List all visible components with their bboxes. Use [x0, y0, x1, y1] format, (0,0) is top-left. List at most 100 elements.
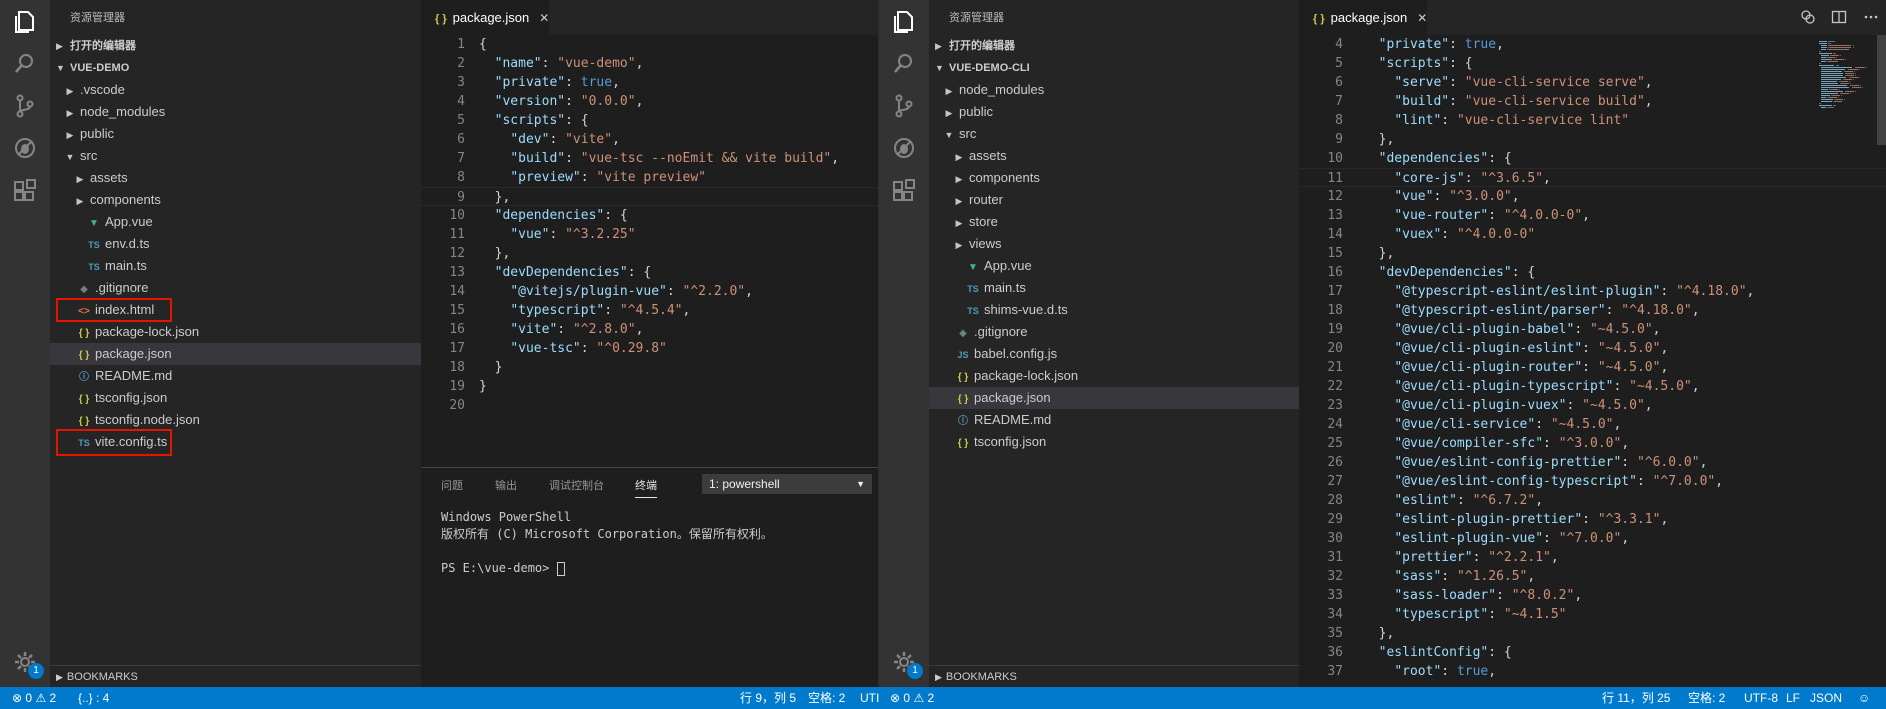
close-icon[interactable]: ✕	[539, 11, 549, 25]
tree-item[interactable]: ▶ public	[50, 123, 421, 145]
search-icon[interactable]	[11, 50, 39, 78]
problems-status[interactable]: ⊗ 0 ⚠ 2	[12, 687, 56, 709]
more-actions-icon[interactable]	[1863, 9, 1879, 25]
language-status[interactable]: JSON	[1810, 687, 1842, 709]
warning-count: 2	[49, 691, 57, 705]
encoding-status[interactable]: UTI	[860, 687, 879, 709]
line-number: 8	[457, 170, 465, 185]
tab-package-json[interactable]: { } package.json ✕	[1299, 0, 1428, 35]
tree-item[interactable]: ▶ router	[929, 189, 1299, 211]
tree-item[interactable]: TS main.ts	[50, 255, 421, 277]
source-control-icon[interactable]	[890, 92, 918, 120]
tree-item-label: App.vue	[105, 214, 153, 229]
extensions-icon[interactable]	[11, 176, 39, 204]
open-changes-icon[interactable]	[1800, 9, 1816, 25]
panel-tab-terminal[interactable]: 终端	[635, 477, 657, 498]
tree-item[interactable]: ◆ .gitignore	[50, 277, 421, 299]
tree-item[interactable]: ▼ App.vue	[929, 255, 1299, 277]
tree-item[interactable]: { } package-lock.json	[929, 365, 1299, 387]
tree-item[interactable]: ▶ views	[929, 233, 1299, 255]
tree-item[interactable]: ▼ src	[929, 123, 1299, 145]
line-number: 15	[1327, 246, 1343, 261]
tree-item[interactable]: ▼ App.vue	[50, 211, 421, 233]
minimap-mark	[1821, 67, 1852, 68]
brackets-status[interactable]: {..} : 4	[78, 687, 109, 709]
panel-tab-output[interactable]: 输出	[495, 477, 517, 497]
tree-item[interactable]: ⓘ README.md	[929, 409, 1299, 431]
panel-tab-problems[interactable]: 问题	[441, 477, 463, 497]
tree-item[interactable]: { } package-lock.json	[50, 321, 421, 343]
gear-icon[interactable]: 1	[12, 649, 44, 679]
panel-tab-debug-console[interactable]: 调试控制台	[549, 477, 604, 497]
close-icon[interactable]: ✕	[1417, 11, 1427, 25]
tree-item[interactable]: ▶ components	[929, 167, 1299, 189]
tree-item[interactable]: { } package.json	[50, 343, 421, 365]
tree-item[interactable]: { } tsconfig.node.json	[50, 409, 421, 431]
code-line: 10 "dependencies": {	[421, 206, 878, 225]
line-number: 10	[449, 208, 465, 223]
indentation-status[interactable]: 空格: 2	[1688, 687, 1725, 709]
tree-item[interactable]: { } tsconfig.json	[50, 387, 421, 409]
tree-item[interactable]: ▶ public	[929, 101, 1299, 123]
tree-item[interactable]: ⓘ README.md	[50, 365, 421, 387]
tree-item[interactable]: { } package.json	[929, 387, 1299, 409]
open-editors-header[interactable]: ▶ 打开的编辑器	[50, 35, 421, 57]
minimap-mark	[1821, 73, 1843, 74]
files-icon[interactable]	[11, 8, 39, 36]
tab-package-json[interactable]: { } package.json ✕	[421, 0, 550, 35]
tree-item[interactable]: TS main.ts	[929, 277, 1299, 299]
tree-item[interactable]: { } tsconfig.json	[929, 431, 1299, 453]
indentation-status[interactable]: 空格: 2	[808, 687, 845, 709]
split-editor-icon[interactable]	[1831, 9, 1847, 25]
gear-icon[interactable]: 1	[891, 649, 923, 679]
scrollbar-thumb[interactable]	[1877, 35, 1886, 145]
code-line: 8 "preview": "vite preview"	[421, 168, 878, 187]
line-number: 30	[1327, 531, 1343, 546]
code-editor[interactable]: 1{2 "name": "vue-demo", 3 "private": true…	[421, 35, 878, 415]
minimap-mark	[1845, 79, 1853, 80]
tree-item[interactable]: ▶ store	[929, 211, 1299, 233]
encoding-status[interactable]: UTF-8	[1744, 687, 1778, 709]
tree-item-label: main.ts	[105, 258, 147, 273]
minimap-mark	[1850, 93, 1851, 94]
eol-status[interactable]: LF	[1786, 687, 1800, 709]
tree-item[interactable]: ◆ .gitignore	[929, 321, 1299, 343]
line-content: "prettier": "^2.2.1",	[1394, 550, 1559, 565]
tree-item[interactable]: JS babel.config.js	[929, 343, 1299, 365]
line-content: "vue-tsc": "^0.29.8"	[510, 341, 667, 356]
minimap[interactable]	[1813, 35, 1886, 687]
line-content: "vue": "^3.0.0",	[1394, 189, 1520, 204]
problems-status[interactable]: ⊗ 0 ⚠ 2	[890, 687, 934, 709]
code-line: 8 "lint": "vue-cli-service lint"	[1299, 111, 1886, 130]
tree-item[interactable]: ▶ assets	[929, 145, 1299, 167]
tree-item[interactable]: ▶ components	[50, 189, 421, 211]
cursor-position[interactable]: 行 11，列 25	[1602, 687, 1670, 709]
line-number: 26	[1327, 455, 1343, 470]
bookmarks-header[interactable]: ▶ BOOKMARKS	[929, 665, 1299, 687]
minimap-mark	[1819, 41, 1828, 42]
feedback-icon[interactable]: ☺	[1858, 687, 1870, 709]
open-editors-header[interactable]: ▶ 打开的编辑器	[929, 35, 1299, 57]
cursor-position[interactable]: 行 9，列 5	[740, 687, 796, 709]
debug-icon[interactable]	[890, 134, 918, 162]
search-icon[interactable]	[890, 50, 918, 78]
tree-item[interactable]: ▼ src	[50, 145, 421, 167]
code-editor[interactable]: 4 "private": true, 5 "scripts": {6 "serve…	[1299, 35, 1886, 681]
chevron-right-icon: ▶	[955, 218, 963, 228]
terminal-select[interactable]: 1: powershell ▼	[702, 474, 872, 494]
tree-item[interactable]: ▶ node_modules	[50, 101, 421, 123]
extensions-icon[interactable]	[890, 176, 918, 204]
tree-item[interactable]: ▶ .vscode	[50, 79, 421, 101]
tree-item[interactable]: TS shims-vue.d.ts	[929, 299, 1299, 321]
tree-item[interactable]: ▶ assets	[50, 167, 421, 189]
debug-icon[interactable]	[11, 134, 39, 162]
tree-item[interactable]: TS env.d.ts	[50, 233, 421, 255]
code-line: 33 "sass-loader": "^8.0.2",	[1299, 586, 1886, 605]
tree-item[interactable]: ▶ node_modules	[929, 79, 1299, 101]
workspace-root-header[interactable]: ▼ VUE-DEMO	[50, 57, 421, 79]
bookmarks-header[interactable]: ▶ BOOKMARKS	[50, 665, 421, 687]
source-control-icon[interactable]	[11, 92, 39, 120]
files-icon[interactable]	[890, 8, 918, 36]
workspace-root-header[interactable]: ▼ VUE-DEMO-CLI	[929, 57, 1299, 79]
terminal[interactable]: Windows PowerShell 版权所有 (C) Microsoft Co…	[421, 503, 878, 583]
